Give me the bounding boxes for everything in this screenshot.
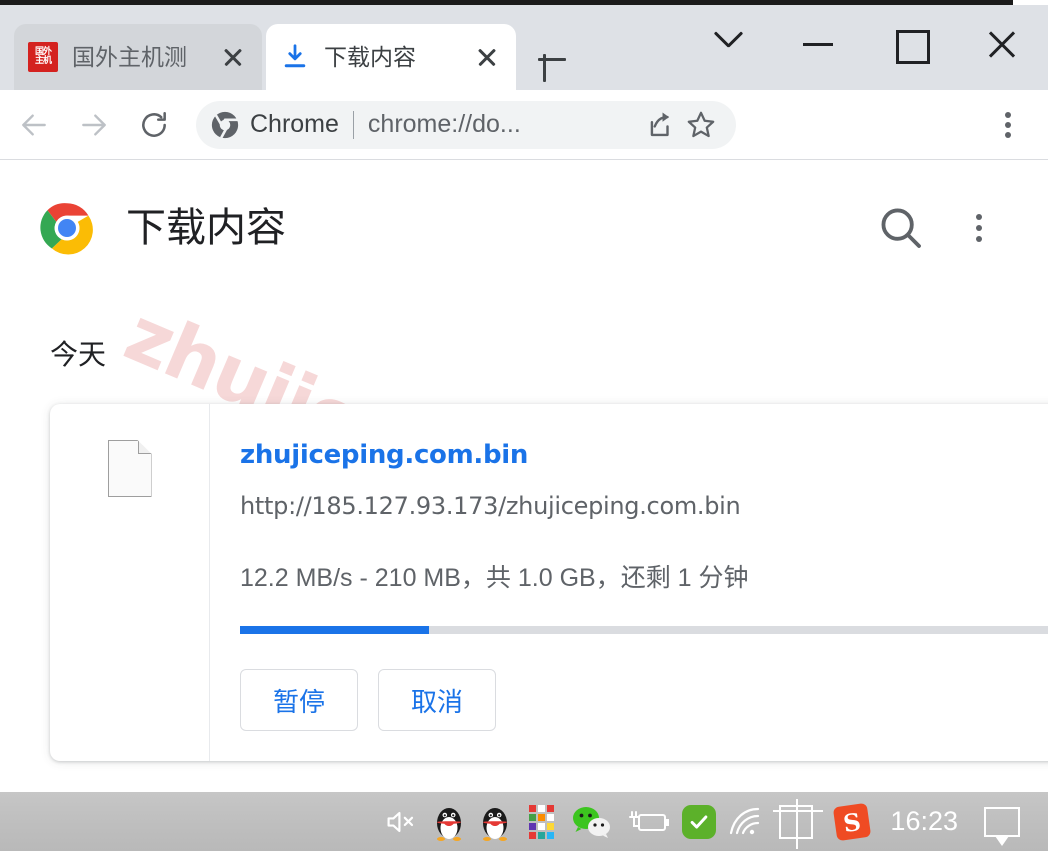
downloads-menu-icon[interactable] — [952, 201, 1006, 255]
volume-muted-icon[interactable] — [380, 799, 426, 845]
qq-icon-2[interactable] — [472, 799, 518, 845]
close-window-button[interactable] — [956, 10, 1048, 70]
system-taskbar: S 16:23 — [0, 792, 1048, 851]
qq-icon-1[interactable] — [426, 799, 472, 845]
wechat-icon[interactable] — [564, 799, 620, 845]
address-bar[interactable]: Chrome chrome://do... — [196, 100, 736, 149]
browser-menu-icon[interactable] — [982, 99, 1034, 151]
battery-charging-icon[interactable] — [620, 799, 676, 845]
notification-icon[interactable] — [974, 799, 1030, 846]
download-filename-link[interactable]: zhujiceping.com.bin — [240, 440, 528, 470]
downloads-page: zhujiceping.com 下载内容 — [0, 161, 1048, 792]
download-item-card: zhujiceping.com.bin http://185.127.93.17… — [50, 404, 1048, 761]
download-progress-fill — [240, 626, 429, 634]
browser-toolbar: Chrome chrome://do... — [0, 90, 1048, 160]
clock[interactable]: 16:23 — [890, 806, 958, 837]
download-source-url: http://185.127.93.173/zhujiceping.com.bi… — [240, 492, 741, 520]
star-icon[interactable] — [680, 104, 722, 146]
download-status-text: 12.2 MB/s - 210 MB，共 1.0 GB，还剩 1 分钟 — [240, 564, 749, 592]
new-tab-button[interactable] — [530, 38, 574, 82]
omnibox-chip-label: Chrome — [250, 110, 339, 138]
window-controls — [680, 10, 1048, 95]
sogou-icon[interactable]: S — [824, 799, 880, 845]
chrome-icon — [210, 110, 240, 140]
section-date-heading: 今天 — [50, 339, 107, 370]
search-icon[interactable] — [874, 201, 928, 255]
reload-icon[interactable] — [128, 99, 180, 151]
omnibox-separator — [352, 110, 354, 139]
tab-title: 下载内容 — [324, 44, 416, 70]
back-arrow-icon[interactable] — [8, 99, 60, 151]
download-icon — [280, 42, 310, 72]
pause-button[interactable]: 暂停 — [240, 669, 358, 731]
downloads-header: 下载内容 — [0, 185, 1048, 271]
sogou-label: S — [833, 802, 872, 841]
browser-window: 国外 主机 国外主机测 下载内容 Chrome chrome://do... 下… — [0, 0, 1048, 851]
close-icon[interactable] — [218, 42, 248, 72]
minimize-button[interactable] — [772, 10, 864, 70]
generic-file-icon — [107, 440, 152, 497]
ime-chinese-icon[interactable] — [768, 798, 824, 849]
download-progress-bar — [240, 626, 1048, 634]
download-file-icon-cell — [50, 404, 210, 761]
page-title: 下载内容 — [126, 206, 286, 250]
color-grid-icon[interactable] — [518, 799, 564, 845]
tab-title: 国外主机测 — [72, 44, 187, 70]
cancel-button[interactable]: 取消 — [378, 669, 496, 731]
download-details: zhujiceping.com.bin http://185.127.93.17… — [210, 404, 1048, 761]
chrome-logo — [40, 201, 94, 255]
share-icon[interactable] — [638, 104, 680, 146]
tab-inactive[interactable]: 国外 主机 国外主机测 — [14, 24, 262, 90]
forward-arrow-icon[interactable] — [68, 99, 120, 151]
close-icon[interactable] — [472, 42, 502, 72]
tab-strip: 国外 主机 国外主机测 下载内容 — [0, 5, 1048, 90]
maximize-button[interactable] — [864, 10, 956, 70]
tab-active[interactable]: 下载内容 — [266, 24, 516, 90]
security-check-icon[interactable] — [676, 799, 722, 845]
omnibox-url[interactable]: chrome://do... — [368, 110, 638, 139]
chevron-down-icon[interactable] — [680, 10, 772, 70]
download-actions: 暂停 取消 — [240, 669, 1048, 731]
wifi-icon[interactable] — [722, 799, 768, 845]
red-seal-favicon: 国外 主机 — [28, 42, 58, 72]
